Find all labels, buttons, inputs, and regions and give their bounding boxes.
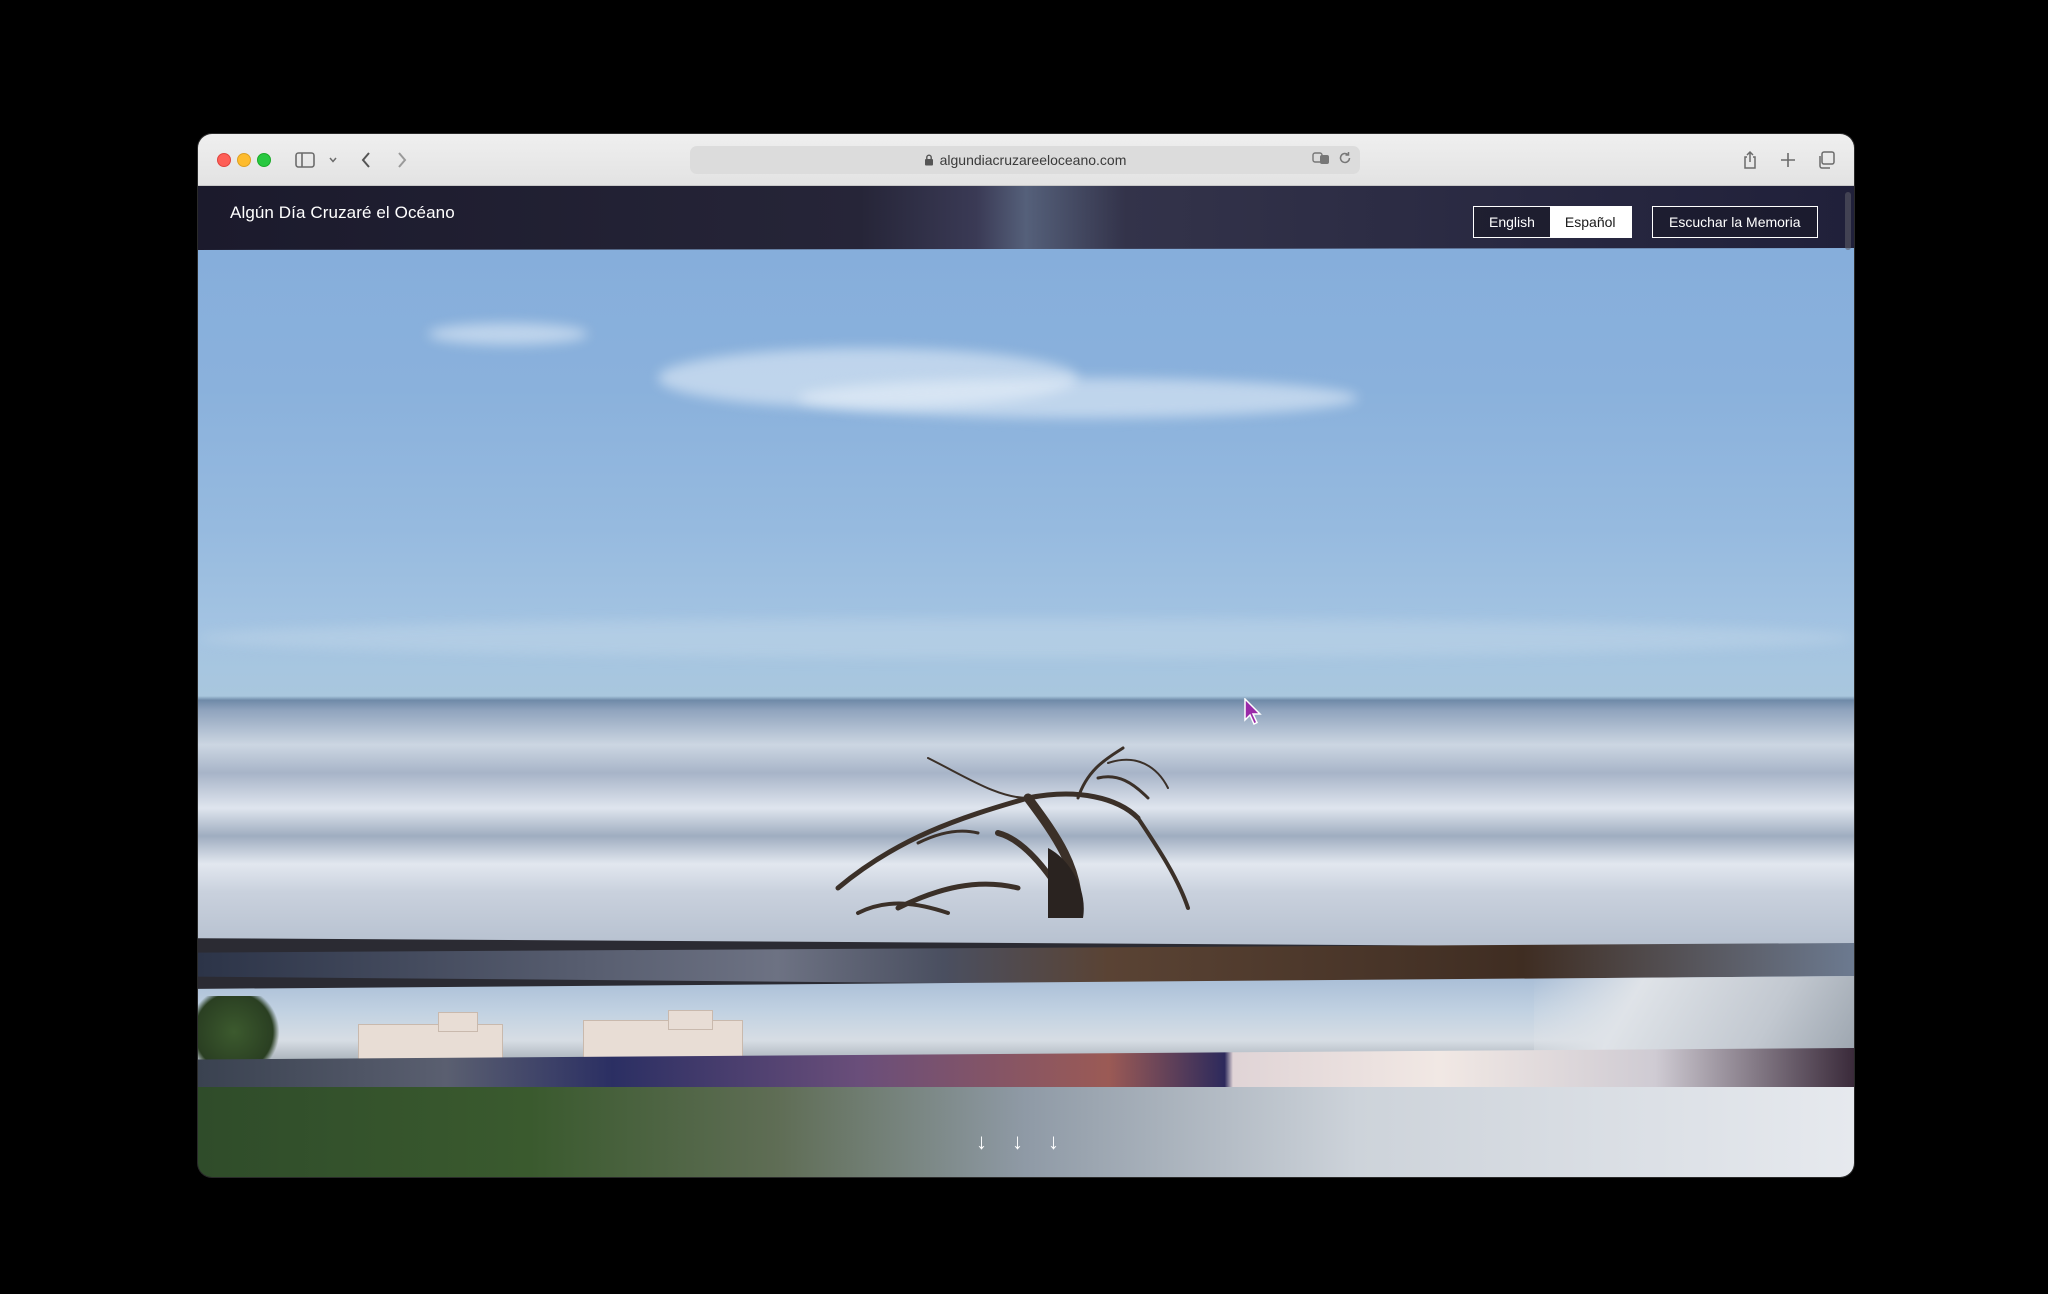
translate-icon[interactable] bbox=[1312, 151, 1330, 168]
browser-toolbar: algundiacruzareeloceano.com bbox=[198, 134, 1854, 186]
chevron-down-icon[interactable] bbox=[326, 147, 340, 173]
driftwood-illustration bbox=[835, 746, 1190, 918]
zoom-window-button[interactable] bbox=[257, 153, 271, 167]
share-icon[interactable] bbox=[1740, 147, 1760, 173]
address-bar[interactable]: algundiacruzareeloceano.com bbox=[690, 146, 1360, 174]
browser-window: algundiacruzareeloceano.com Algún Día Cr… bbox=[198, 134, 1854, 1177]
site-title[interactable]: Algún Día Cruzaré el Océano bbox=[230, 203, 455, 223]
down-arrow-icon: ↓ bbox=[1048, 1129, 1059, 1154]
web-page[interactable]: Algún Día Cruzaré el Océano English Espa… bbox=[198, 186, 1854, 1177]
tabs-icon[interactable] bbox=[1815, 147, 1837, 173]
forward-icon[interactable] bbox=[392, 147, 412, 173]
back-icon[interactable] bbox=[356, 147, 376, 173]
minimize-window-button[interactable] bbox=[237, 153, 251, 167]
close-window-button[interactable] bbox=[217, 153, 231, 167]
url-text: algundiacruzareeloceano.com bbox=[939, 152, 1127, 168]
spanish-button[interactable]: Español bbox=[1549, 207, 1631, 237]
beach-driftwood-photo bbox=[198, 248, 1854, 948]
lock-icon bbox=[924, 154, 934, 166]
sidebar-icon[interactable] bbox=[294, 147, 316, 173]
down-arrow-icon: ↓ bbox=[1012, 1129, 1023, 1154]
scroll-down-indicator[interactable]: ↓ ↓ ↓ bbox=[976, 1131, 1059, 1153]
plus-icon[interactable] bbox=[1778, 147, 1798, 173]
listen-memory-button[interactable]: Escuchar la Memoria bbox=[1652, 206, 1818, 238]
mouse-cursor-icon bbox=[1244, 698, 1262, 726]
scrollbar[interactable] bbox=[1845, 192, 1851, 250]
language-switcher: English Español bbox=[1473, 206, 1632, 238]
down-arrow-icon: ↓ bbox=[976, 1129, 987, 1154]
reload-icon[interactable] bbox=[1338, 151, 1352, 168]
english-button[interactable]: English bbox=[1474, 207, 1550, 237]
